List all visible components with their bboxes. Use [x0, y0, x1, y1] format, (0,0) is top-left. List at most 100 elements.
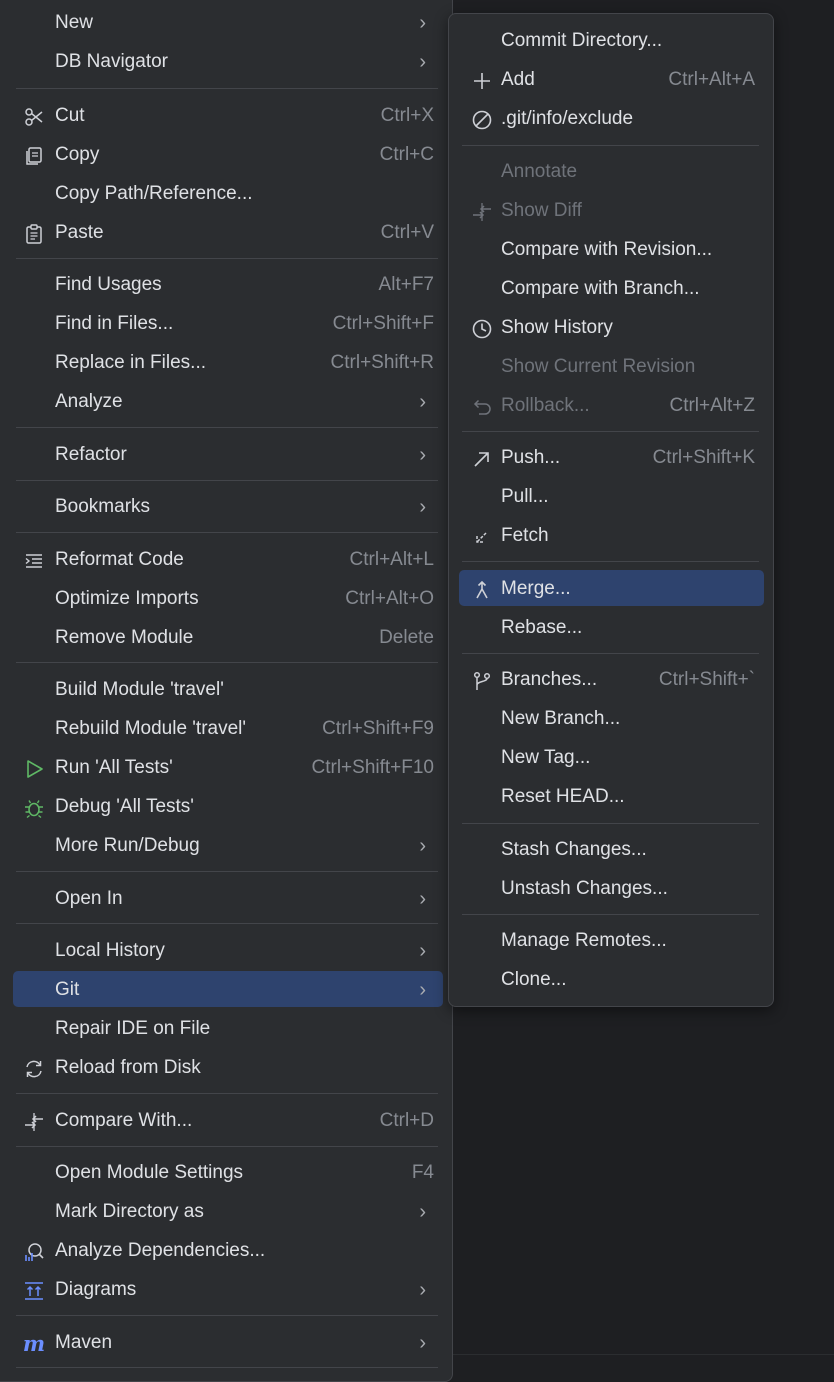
chevron-right-icon: ›	[419, 12, 426, 34]
git-item-manage-remotes[interactable]: Manage Remotes...	[449, 924, 773, 958]
menu-item-find-usages[interactable]: Find Usages Alt+F7	[0, 268, 452, 302]
git-item-pull[interactable]: Pull...	[449, 480, 773, 514]
menu-item-shortcut: Ctrl+Shift+`	[658, 669, 755, 690]
menu-item-label: Show History	[501, 317, 613, 338]
git-item-new-branch[interactable]: New Branch...	[449, 702, 773, 736]
menu-item-label: Maven	[55, 1332, 113, 1353]
copy-icon	[23, 145, 45, 167]
menu-item-copy[interactable]: Copy Ctrl+C	[0, 138, 452, 172]
menu-item-shortcut: Ctrl+V	[380, 222, 434, 243]
git-item-fetch[interactable]: Fetch	[449, 519, 773, 553]
menu-item-local-history[interactable]: Local History ›	[0, 934, 452, 968]
git-item-show-diff[interactable]: Show Diff	[449, 194, 773, 228]
menu-item-reload-from-disk[interactable]: Reload from Disk	[0, 1051, 452, 1085]
chevron-right-icon: ›	[419, 391, 426, 413]
label-text: New	[55, 12, 94, 33]
menu-item-label: Open In	[55, 888, 123, 909]
menu-item-copy-path[interactable]: Copy Path/Reference...	[0, 177, 452, 211]
history-icon	[471, 318, 493, 340]
menu-item-shortcut: Ctrl+Alt+O	[345, 588, 434, 609]
menu-item-compare-with[interactable]: Compare With... Ctrl+D	[0, 1104, 452, 1138]
menu-item-paste[interactable]: Paste Ctrl+V	[0, 216, 452, 250]
menu-item-run-all-tests[interactable]: Run 'All Tests' Ctrl+Shift+F10	[0, 751, 452, 785]
menu-item-shortcut: Ctrl+Shift+K	[652, 447, 755, 468]
git-item-rebase[interactable]: Rebase...	[449, 611, 773, 645]
git-item-merge[interactable]: Merge...	[449, 572, 773, 606]
git-item-exclude[interactable]: .git/info/exclude	[449, 102, 773, 136]
menu-item-label: New	[55, 6, 93, 40]
git-item-add[interactable]: Add Ctrl+Alt+A	[449, 63, 773, 97]
menu-item-label: Bookmarks	[55, 496, 151, 517]
menu-item-label: Branches...	[501, 669, 598, 690]
menu-item-label: Diagrams	[55, 1279, 137, 1300]
separator	[16, 258, 438, 259]
menu-item-label: New Tag...	[501, 747, 591, 768]
menu-item-refactor[interactable]: Refactor ›	[0, 438, 452, 472]
menu-item-debug-all-tests[interactable]: Debug 'All Tests'	[0, 790, 452, 824]
git-item-show-history[interactable]: Show History	[449, 311, 773, 345]
menu-item-label: Pull...	[501, 486, 549, 507]
menu-item-remove-module[interactable]: Remove Module Delete	[0, 621, 452, 655]
menu-item-shortcut: Ctrl+Shift+F9	[322, 718, 434, 739]
menu-item-shortcut: Ctrl+Shift+R	[330, 352, 434, 373]
menu-item-analyze-dependencies[interactable]: Analyze Dependencies...	[0, 1234, 452, 1268]
menu-item-bookmarks[interactable]: Bookmarks ›	[0, 490, 452, 524]
menu-item-analyze[interactable]: Analyze ›	[0, 385, 452, 419]
git-item-reset-head[interactable]: Reset HEAD...	[449, 780, 773, 814]
git-item-new-tag[interactable]: New Tag...	[449, 741, 773, 775]
git-item-clone[interactable]: Clone...	[449, 963, 773, 997]
menu-item-label: Replace in Files...	[55, 352, 207, 373]
push-icon	[471, 448, 493, 470]
menu-item-label: Mark Directory as	[55, 1201, 204, 1222]
editor-divider	[453, 1354, 834, 1355]
separator	[462, 823, 759, 824]
menu-item-label: Push...	[501, 447, 561, 468]
menu-item-label: Build Module 'travel'	[55, 679, 224, 700]
separator	[16, 88, 438, 89]
menu-item-shortcut: Ctrl+Shift+F	[332, 313, 434, 334]
separator	[16, 923, 438, 924]
menu-item-open-in[interactable]: Open In ›	[0, 882, 452, 916]
menu-item-label: Copy	[55, 144, 100, 165]
separator	[16, 1315, 438, 1316]
menu-item-build-module[interactable]: Build Module 'travel'	[0, 673, 452, 707]
chevron-right-icon: ›	[419, 1279, 426, 1301]
menu-item-optimize-imports[interactable]: Optimize Imports Ctrl+Alt+O	[0, 582, 452, 616]
maven-icon: m	[22, 1331, 46, 1356]
menu-item-label: DB Navigator	[55, 51, 168, 72]
git-item-rollback[interactable]: Rollback... Ctrl+Alt+Z	[449, 389, 773, 423]
menu-item-db-navigator[interactable]: DB Navigator ›	[0, 45, 452, 79]
git-item-show-current-revision[interactable]: Show Current Revision	[449, 350, 773, 384]
git-item-annotate[interactable]: Annotate	[449, 155, 773, 189]
menu-item-replace-in-files[interactable]: Replace in Files... Ctrl+Shift+R	[0, 346, 452, 380]
git-item-unstash[interactable]: Unstash Changes...	[449, 872, 773, 906]
separator	[16, 871, 438, 872]
git-item-branches[interactable]: Branches... Ctrl+Shift+`	[449, 663, 773, 697]
menu-item-mark-directory[interactable]: Mark Directory as ›	[0, 1195, 452, 1229]
menu-item-cut[interactable]: Cut Ctrl+X	[0, 99, 452, 133]
git-item-compare-revision[interactable]: Compare with Revision...	[449, 233, 773, 267]
menu-item-repair-ide[interactable]: Repair IDE on File	[0, 1012, 452, 1046]
menu-item-diagrams[interactable]: Diagrams ›	[0, 1273, 452, 1307]
menu-item-reformat-code[interactable]: Reformat Code Ctrl+Alt+L	[0, 543, 452, 577]
menu-item-git[interactable]: Git ›	[0, 973, 452, 1007]
menu-item-more-run-debug[interactable]: More Run/Debug ›	[0, 829, 452, 863]
separator	[16, 1093, 438, 1094]
menu-item-label: Stash Changes...	[501, 839, 647, 860]
chevron-right-icon: ›	[419, 444, 426, 466]
menu-item-label: Manage Remotes...	[501, 930, 667, 951]
menu-item-open-module-settings[interactable]: Open Module Settings F4	[0, 1156, 452, 1190]
git-item-stash[interactable]: Stash Changes...	[449, 833, 773, 867]
git-item-compare-branch[interactable]: Compare with Branch...	[449, 272, 773, 306]
menu-item-new[interactable]: New ›	[0, 6, 452, 40]
menu-item-rebuild-module[interactable]: Rebuild Module 'travel' Ctrl+Shift+F9	[0, 712, 452, 746]
menu-item-label: Open Module Settings	[55, 1162, 244, 1183]
menu-item-find-in-files[interactable]: Find in Files... Ctrl+Shift+F	[0, 307, 452, 341]
analyze-dependencies-icon	[23, 1241, 45, 1263]
menu-item-label: Fetch	[501, 525, 549, 546]
separator	[16, 1367, 438, 1368]
git-item-commit-directory[interactable]: Commit Directory...	[449, 24, 773, 58]
git-item-push[interactable]: Push... Ctrl+Shift+K	[449, 441, 773, 475]
menu-item-shortcut: Ctrl+Shift+F10	[311, 757, 435, 778]
menu-item-maven[interactable]: m Maven ›	[0, 1326, 452, 1360]
